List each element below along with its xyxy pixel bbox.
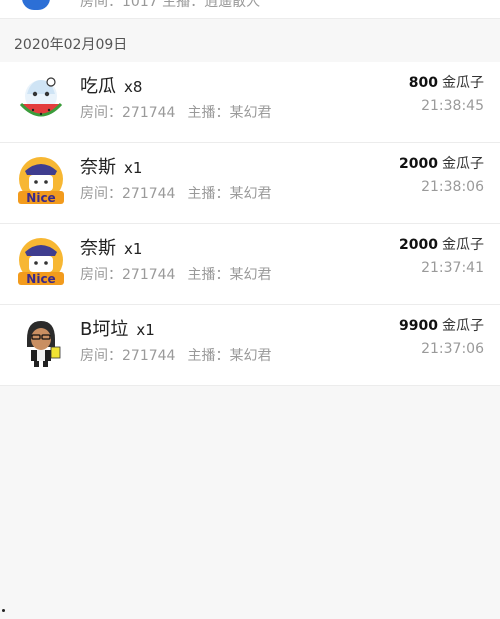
gift-record-row[interactable]: 吃瓜 x8 房间：271744 主播：某幻君 800 金瓜子 21:38:45 xyxy=(0,62,500,143)
gift-amount: 800 金瓜子 xyxy=(409,72,484,92)
host-label: 主播： xyxy=(187,267,230,283)
currency-label: 金瓜子 xyxy=(442,318,484,334)
nice-gift-icon: Nice xyxy=(18,157,64,205)
room-id: 271744 xyxy=(122,186,176,202)
record-time: 21:38:45 xyxy=(421,98,484,114)
host-label: 主播： xyxy=(187,348,230,364)
gift-record-list: 吃瓜 x8 房间：271744 主播：某幻君 800 金瓜子 21:38:45 Nic… xyxy=(0,62,500,386)
svg-text:Nice: Nice xyxy=(26,272,55,286)
host-name: 某幻君 xyxy=(229,267,272,283)
watermelon-gift-icon xyxy=(19,77,63,117)
nice-gift-icon: Nice xyxy=(18,238,64,286)
gift-quantity: x1 xyxy=(136,321,155,339)
host-name: 某幻君 xyxy=(229,186,272,202)
gift-record-row[interactable]: Nice 奈斯 x1 房间：271744 主播：某幻君 2000 金瓜子 21:38:… xyxy=(0,143,500,224)
amount-value: 9900 xyxy=(399,318,438,334)
gift-name: 奈斯 xyxy=(80,238,116,259)
gift-record-row[interactable]: B坷垃 x1 房间：271744 主播：某幻君 9900 金瓜子 21:37:06 xyxy=(0,305,500,386)
currency-label: 金瓜子 xyxy=(442,75,484,91)
record-time: 21:37:41 xyxy=(421,260,484,276)
gift-name: 奈斯 xyxy=(80,157,116,178)
record-meta: 房间：271744 主播：某幻君 xyxy=(80,102,271,122)
gift-amount: 2000 金瓜子 xyxy=(399,234,484,254)
gift-quantity: x1 xyxy=(124,240,143,258)
gift-quantity: x1 xyxy=(124,159,143,177)
currency-label: 金瓜子 xyxy=(442,156,484,172)
svg-text:Nice: Nice xyxy=(26,191,55,205)
room-label: 房间： xyxy=(80,348,122,364)
room-label: 房间： xyxy=(80,186,122,202)
host-label: 主播： xyxy=(187,105,230,121)
host-label: 主播： xyxy=(187,186,230,202)
partial-record-row: 房间：1017 主播：逍遥散人 xyxy=(0,0,500,19)
gift-name: 吃瓜 xyxy=(80,76,116,97)
bkela-gift-icon xyxy=(27,321,61,367)
record-meta: 房间：1017 主播：逍遥散人 xyxy=(80,0,261,10)
gift-amount: 9900 金瓜子 xyxy=(399,315,484,335)
room-id: 271744 xyxy=(122,105,176,121)
host-name: 某幻君 xyxy=(229,105,272,121)
amount-value: 2000 xyxy=(399,237,438,253)
currency-label: 金瓜子 xyxy=(442,237,484,253)
gift-icon xyxy=(22,0,50,10)
gift-name-line: B坷垃 x1 xyxy=(80,315,155,341)
record-time: 21:37:06 xyxy=(421,341,484,357)
gift-amount: 2000 金瓜子 xyxy=(399,153,484,173)
gift-name-line: 吃瓜 x8 xyxy=(80,72,142,98)
room-id: 271744 xyxy=(122,348,176,364)
room-label: 房间： xyxy=(80,105,122,121)
date-header: 2020年02月09日 xyxy=(14,37,128,53)
room-label: 房间： xyxy=(80,267,122,283)
amount-value: 2000 xyxy=(399,156,438,172)
host-name: 某幻君 xyxy=(229,348,272,364)
gift-quantity: x8 xyxy=(124,78,143,96)
amount-value: 800 xyxy=(408,75,438,91)
record-meta: 房间：271744 主播：某幻君 xyxy=(80,345,271,365)
room-id: 271744 xyxy=(122,267,176,283)
gift-name: B坷垃 xyxy=(80,319,129,340)
record-time: 21:38:06 xyxy=(421,179,484,195)
corner-dot xyxy=(2,609,5,612)
gift-record-row[interactable]: Nice 奈斯 x1 房间：271744 主播：某幻君 2000 金瓜子 21:37:… xyxy=(0,224,500,305)
record-meta: 房间：271744 主播：某幻君 xyxy=(80,264,271,284)
gift-name-line: 奈斯 x1 xyxy=(80,234,142,260)
record-meta: 房间：271744 主播：某幻君 xyxy=(80,183,271,203)
gift-name-line: 奈斯 x1 xyxy=(80,153,142,179)
